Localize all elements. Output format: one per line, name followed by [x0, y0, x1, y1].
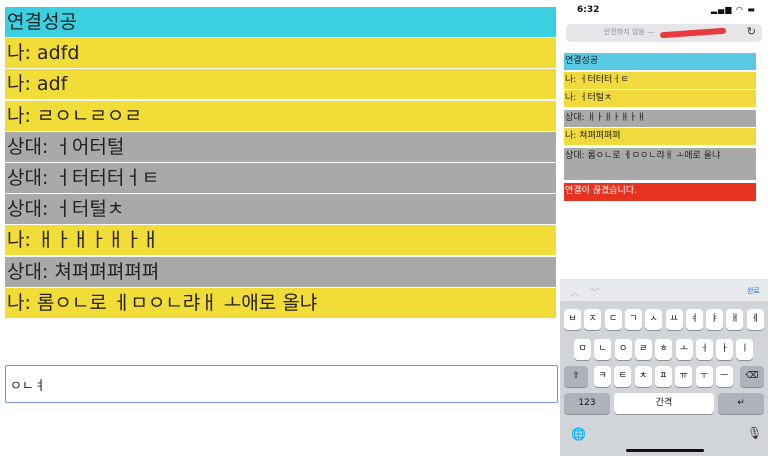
chevron-down-icon[interactable]: ﹀ [590, 284, 600, 299]
peer-message: 상대: ㅓ터털ㅊ [5, 194, 556, 225]
microphone-icon[interactable]: 🎙 [747, 426, 762, 440]
status-bar: 6:32 ▂▄▆ ◠ ▬ [560, 0, 768, 18]
return-key[interactable]: ↵ [718, 393, 764, 414]
key-ㅐ[interactable]: ㅐ [726, 309, 744, 330]
connection-status-message: 연결성공 [5, 7, 556, 37]
key-ㅁ[interactable]: ㅁ [574, 339, 591, 360]
phone-connection-status: 연결성공 [564, 53, 756, 70]
peer-message: 상대: ㅓ터터터ㅓㅌ [5, 163, 556, 193]
phone-disconnected-alert: 연결이 끊겼습니다. [564, 183, 756, 201]
key-ㅅ[interactable]: ㅅ [645, 309, 663, 330]
space-key[interactable]: 간격 [614, 393, 714, 414]
phone-peer-message: 상대: ㅐㅏㅐㅏㅐㅏㅐ [564, 110, 756, 127]
key-ㄹ[interactable]: ㄹ [634, 339, 652, 360]
numbers-key[interactable]: 123 [564, 393, 610, 414]
my-message: 나: adfd [5, 38, 556, 69]
key-ㅣ[interactable]: ㅣ [736, 339, 754, 360]
key-ㅗ[interactable]: ㅗ [675, 339, 693, 360]
chat-panel: 연결성공 나: adfd 나: adf 나: ㄹㅇㄴㄹㅇㄹ 상대: ㅓ어터털 상대: ㅓ터… [0, 0, 560, 456]
key-ㄷ[interactable]: ㄷ [604, 309, 622, 330]
key-ㅑ[interactable]: ㅑ [706, 309, 724, 330]
key-ㅕ[interactable]: ㅕ [685, 309, 703, 330]
address-bar[interactable]: 안전하지 않음 — ↻ [566, 24, 762, 42]
my-message: 나: ㄹㅇㄴㄹㅇㄹ [5, 100, 556, 131]
key-ㅓ[interactable]: ㅓ [695, 339, 713, 360]
phone-screenshot: 6:32 ▂▄▆ ◠ ▬ 안전하지 않음 — ↻ 연결성공 나: ㅓ터터터ㅓㅌ 나:… [560, 0, 768, 456]
redaction-mark [659, 27, 727, 39]
key-ㄴ[interactable]: ㄴ [594, 339, 612, 360]
phone-my-message: 나: ㅓ터터터ㅓㅌ [564, 72, 756, 89]
key-ㅋ[interactable]: ㅋ [594, 366, 611, 387]
keyboard: ︿ ﹀ 완료 ㅂㅈㄷㄱㅅㅛㅕㅑㅐㅔㅁㄴㅇㄹㅎㅗㅓㅏㅣ ⇧ ㅋㅌㅊㅍㅠㅜㅡ ⌫ 123 간격… [560, 279, 768, 456]
chevron-up-icon[interactable]: ︿ [570, 284, 580, 299]
key-ㄱ[interactable]: ㄱ [624, 309, 642, 330]
backspace-key[interactable]: ⌫ [740, 366, 764, 387]
key-ㅈ[interactable]: ㅈ [584, 309, 602, 330]
phone-my-message: 나: 쳐펴펴펴펴 [564, 128, 756, 145]
key-ㅔ[interactable]: ㅔ [746, 309, 764, 330]
my-message: 나: adf [5, 69, 556, 100]
phone-my-message: 나: ㅓ터털ㅊ [564, 90, 756, 107]
key-ㅇ[interactable]: ㅇ [614, 339, 632, 360]
peer-message: 상대: 쳐펴펴펴펴펴 [5, 256, 556, 287]
globe-icon[interactable]: 🌐 [571, 427, 586, 441]
status-time: 6:32 [577, 5, 600, 15]
reload-icon[interactable]: ↻ [747, 25, 756, 38]
keyboard-toolbar: ︿ ﹀ 완료 [560, 279, 768, 301]
address-text: 안전하지 않음 — [604, 28, 655, 36]
key-ㅡ[interactable]: ㅡ [715, 366, 733, 387]
done-button[interactable]: 완료 [747, 286, 760, 296]
key-ㅂ[interactable]: ㅂ [564, 309, 581, 330]
key-ㅍ[interactable]: ㅍ [654, 366, 672, 387]
message-input[interactable] [5, 365, 558, 403]
my-message: 나: ㅐㅏㅐㅏㅐㅏㅐ [5, 225, 556, 256]
key-ㅎ[interactable]: ㅎ [655, 339, 673, 360]
signal-wifi-battery-icon: ▂▄▆ ◠ ▬ [710, 5, 756, 14]
peer-message: 상대: ㅓ어터털 [5, 131, 556, 162]
key-ㅊ[interactable]: ㅊ [634, 366, 652, 387]
key-ㅠ[interactable]: ㅠ [675, 366, 693, 387]
home-indicator [626, 449, 704, 452]
shift-key[interactable]: ⇧ [564, 366, 588, 387]
key-ㅜ[interactable]: ㅜ [695, 366, 713, 387]
phone-peer-message: 상대: 롬ㅇㄴ로 ㅔㅁㅇㄴ랴ㅐ ㅗ애로 올냐 [564, 148, 756, 180]
key-ㅏ[interactable]: ㅏ [716, 339, 734, 360]
key-ㅌ[interactable]: ㅌ [614, 366, 632, 387]
key-ㅛ[interactable]: ㅛ [665, 309, 683, 330]
my-message: 나: 롬ㅇㄴ로 ㅔㅁㅇㄴ랴ㅐ ㅗ애로 올냐 [5, 287, 556, 318]
